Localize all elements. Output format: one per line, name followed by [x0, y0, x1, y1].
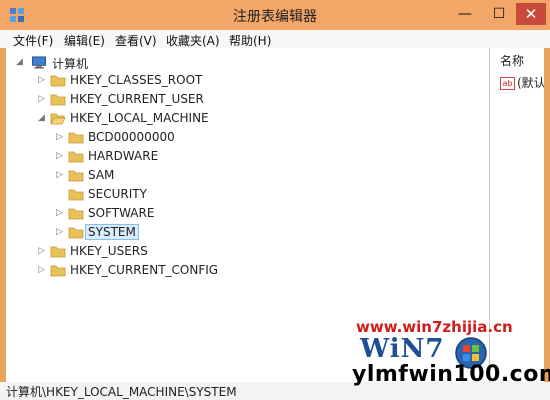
tree-node-label: HKEY_USERS [70, 244, 148, 258]
tree-node-label: 计算机 [52, 57, 89, 71]
status-path: 计算机\HKEY_LOCAL_MACHINE\SYSTEM [6, 385, 237, 399]
tree-node-label: SAM [88, 168, 115, 182]
folder-icon [68, 208, 84, 220]
close-button[interactable]: ✕ [516, 3, 546, 25]
folder-icon [68, 227, 84, 239]
watermark-site-ylmfwin100: ylmfwin100.com [352, 362, 550, 387]
folder-icon [68, 189, 84, 201]
menu-edit[interactable]: 编辑(E) [64, 32, 105, 49]
expand-arrow-icon[interactable]: ▷ [38, 245, 48, 257]
menu-help[interactable]: 帮助(H) [229, 32, 271, 49]
collapse-arrow-icon[interactable]: ◢ [38, 112, 48, 124]
expand-arrow-icon[interactable]: ▷ [38, 93, 48, 105]
expand-arrow-icon[interactable]: ▷ [56, 150, 66, 162]
folder-icon [68, 132, 84, 144]
tree-node-label: HKEY_CURRENT_USER [70, 92, 204, 106]
expand-arrow-icon[interactable]: ▷ [56, 226, 66, 238]
tree-node-label: SECURITY [88, 187, 147, 201]
folder-icon [68, 151, 84, 163]
open-folder-icon [50, 113, 66, 125]
tree-node-label: SOFTWARE [88, 206, 155, 220]
expand-arrow-icon[interactable]: ▷ [38, 264, 48, 276]
computer-icon [32, 56, 46, 69]
title-bar[interactable]: 注册表编辑器 — ☐ ✕ [0, 0, 550, 30]
folder-icon [50, 246, 66, 258]
value-name: (默认 [517, 76, 544, 90]
folder-icon [50, 75, 66, 87]
tree-node-label: BCD00000000 [88, 130, 175, 144]
folder-icon [68, 170, 84, 182]
menu-file[interactable]: 文件(F) [13, 32, 53, 49]
menu-view[interactable]: 查看(V) [115, 32, 157, 49]
menu-bar: 文件(F) 编辑(E) 查看(V) 收藏夹(A) 帮助(H) [0, 30, 550, 48]
watermark-logo-text: WiN7 [360, 334, 445, 364]
tree-node-label: HKEY_CLASSES_ROOT [70, 73, 203, 87]
value-row-default[interactable]: ab (默认 [500, 74, 544, 91]
maximize-button[interactable]: ☐ [486, 3, 512, 25]
expand-arrow-icon[interactable]: ▷ [56, 169, 66, 181]
expand-arrow-icon[interactable]: ▷ [56, 207, 66, 219]
expand-arrow-icon[interactable]: ▷ [56, 131, 66, 143]
tree-node-label: HARDWARE [88, 149, 159, 163]
registry-editor-window: 注册表编辑器 — ☐ ✕ 文件(F) 编辑(E) 查看(V) 收藏夹(A) 帮助… [0, 0, 550, 400]
string-value-icon: ab [500, 77, 515, 90]
collapse-arrow-icon[interactable]: ◢ [16, 56, 26, 68]
folder-icon [50, 265, 66, 277]
tree-node-label: SYSTEM [85, 224, 139, 240]
column-header-name[interactable]: 名称 [500, 52, 524, 69]
tree-node-label: HKEY_LOCAL_MACHINE [70, 111, 209, 125]
menu-favorites[interactable]: 收藏夹(A) [166, 32, 220, 49]
folder-icon [50, 94, 66, 106]
minimize-button[interactable]: — [452, 3, 478, 25]
expand-arrow-icon[interactable]: ▷ [38, 74, 48, 86]
tree-node-label: HKEY_CURRENT_CONFIG [70, 263, 219, 277]
